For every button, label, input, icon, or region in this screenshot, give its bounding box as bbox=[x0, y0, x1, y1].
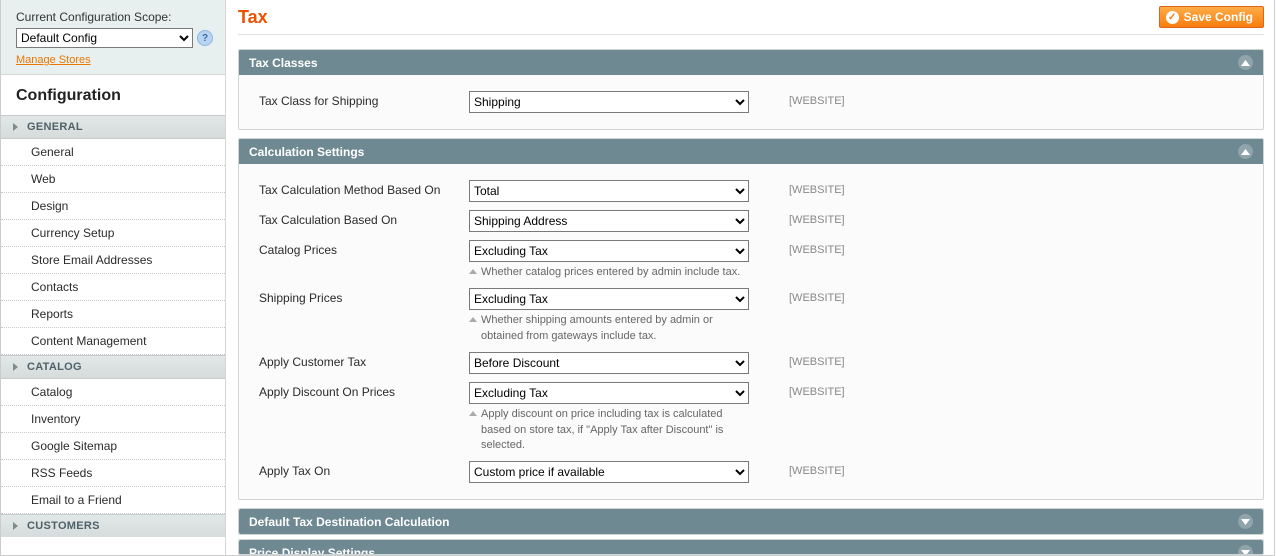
sidebar-item-contacts[interactable]: Contacts bbox=[1, 274, 225, 301]
tax-class-shipping-select[interactable]: Shipping bbox=[469, 91, 749, 113]
sidebar-title: Configuration bbox=[1, 75, 225, 115]
scope-tag: [WEBSITE] bbox=[769, 288, 845, 304]
config-scope-select[interactable]: Default Config bbox=[16, 28, 193, 48]
field-note: Whether shipping amounts entered by admi… bbox=[469, 313, 741, 344]
sidebar-item-design[interactable]: Design bbox=[1, 193, 225, 220]
field-label: Apply Tax On bbox=[259, 461, 469, 478]
save-config-label: Save Config bbox=[1184, 10, 1253, 24]
sidebar-item-email-friend[interactable]: Email to a Friend bbox=[1, 487, 225, 514]
page-title: Tax bbox=[238, 7, 268, 28]
field-label: Shipping Prices bbox=[259, 288, 469, 305]
section-title: Calculation Settings bbox=[249, 145, 364, 159]
field-label: Tax Calculation Based On bbox=[259, 210, 469, 227]
section-price-display: Price Display Settings bbox=[238, 539, 1264, 555]
section-destination: Default Tax Destination Calculation bbox=[238, 508, 1264, 535]
menu-group-customers[interactable]: CUSTOMERS bbox=[1, 514, 225, 537]
scope-tag: [WEBSITE] bbox=[769, 240, 845, 256]
section-tax-classes: Tax Classes Tax Class for Shipping Shipp… bbox=[238, 49, 1264, 130]
field-label: Apply Discount On Prices bbox=[259, 382, 469, 399]
sidebar-item-catalog[interactable]: Catalog bbox=[1, 379, 225, 406]
help-icon[interactable]: ? bbox=[197, 30, 213, 46]
field-note: Apply discount on price including tax is… bbox=[469, 407, 741, 453]
collapse-down-icon[interactable] bbox=[1238, 514, 1253, 529]
sidebar-item-reports[interactable]: Reports bbox=[1, 301, 225, 328]
field-label: Apply Customer Tax bbox=[259, 352, 469, 369]
scope-tag: [WEBSITE] bbox=[769, 352, 845, 368]
sidebar-item-store-email[interactable]: Store Email Addresses bbox=[1, 247, 225, 274]
shipping-prices-select[interactable]: Excluding Tax bbox=[469, 288, 749, 310]
field-label: Tax Calculation Method Based On bbox=[259, 180, 469, 197]
menu-group-catalog[interactable]: CATALOG bbox=[1, 355, 225, 379]
section-head-price-display[interactable]: Price Display Settings bbox=[239, 540, 1263, 555]
section-title: Default Tax Destination Calculation bbox=[249, 515, 449, 529]
menu-group-general[interactable]: GENERAL bbox=[1, 115, 225, 139]
catalog-prices-select[interactable]: Excluding Tax bbox=[469, 240, 749, 262]
sidebar-item-rss-feeds[interactable]: RSS Feeds bbox=[1, 460, 225, 487]
apply-customer-tax-select[interactable]: Before Discount bbox=[469, 352, 749, 374]
sidebar-item-inventory[interactable]: Inventory bbox=[1, 406, 225, 433]
section-head-tax-classes[interactable]: Tax Classes bbox=[239, 50, 1263, 75]
section-title: Price Display Settings bbox=[249, 546, 375, 556]
section-calculation-settings: Calculation Settings Tax Calculation Met… bbox=[238, 138, 1264, 500]
apply-discount-on-select[interactable]: Excluding Tax bbox=[469, 382, 749, 404]
sidebar-item-web[interactable]: Web bbox=[1, 166, 225, 193]
section-head-calculation[interactable]: Calculation Settings bbox=[239, 139, 1263, 164]
sidebar-item-google-sitemap[interactable]: Google Sitemap bbox=[1, 433, 225, 460]
main-content: Tax ✓ Save Config Tax Classes Tax Class … bbox=[226, 0, 1274, 555]
field-label: Catalog Prices bbox=[259, 240, 469, 257]
scope-tag: [WEBSITE] bbox=[769, 91, 845, 107]
calc-method-select[interactable]: Total bbox=[469, 180, 749, 202]
sidebar-item-general[interactable]: General bbox=[1, 139, 225, 166]
config-scope-label: Current Configuration Scope: bbox=[16, 10, 213, 24]
scope-tag: [WEBSITE] bbox=[769, 382, 845, 398]
scope-tag: [WEBSITE] bbox=[769, 461, 845, 477]
sidebar: Current Configuration Scope: Default Con… bbox=[1, 0, 226, 555]
config-scope-box: Current Configuration Scope: Default Con… bbox=[1, 0, 225, 75]
calc-based-on-select[interactable]: Shipping Address bbox=[469, 210, 749, 232]
check-icon: ✓ bbox=[1166, 11, 1179, 24]
section-head-destination[interactable]: Default Tax Destination Calculation bbox=[239, 509, 1263, 534]
scope-tag: [WEBSITE] bbox=[769, 180, 845, 196]
scope-tag: [WEBSITE] bbox=[769, 210, 845, 226]
collapse-up-icon[interactable] bbox=[1238, 55, 1253, 70]
section-title: Tax Classes bbox=[249, 56, 318, 70]
field-note: Whether catalog prices entered by admin … bbox=[469, 265, 769, 280]
sidebar-item-content-management[interactable]: Content Management bbox=[1, 328, 225, 355]
apply-tax-on-select[interactable]: Custom price if available bbox=[469, 461, 749, 483]
collapse-up-icon[interactable] bbox=[1238, 144, 1253, 159]
sidebar-item-currency-setup[interactable]: Currency Setup bbox=[1, 220, 225, 247]
manage-stores-link[interactable]: Manage Stores bbox=[16, 54, 91, 66]
field-label: Tax Class for Shipping bbox=[259, 91, 469, 108]
save-config-button[interactable]: ✓ Save Config bbox=[1159, 6, 1264, 28]
collapse-down-icon[interactable] bbox=[1238, 545, 1253, 555]
